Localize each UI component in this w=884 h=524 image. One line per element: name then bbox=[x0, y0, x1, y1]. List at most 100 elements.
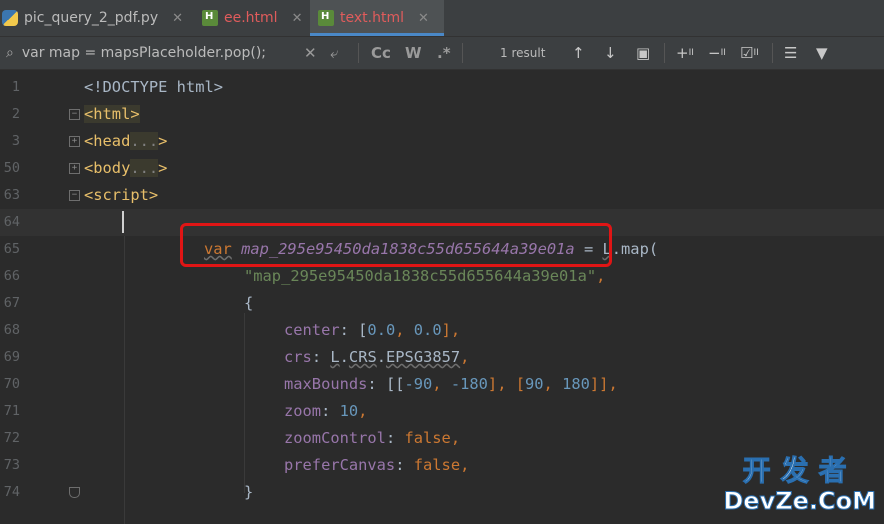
number-token: 0.0 bbox=[413, 321, 442, 339]
close-icon[interactable]: ✕ bbox=[418, 11, 429, 26]
number-token: 90 bbox=[525, 375, 544, 393]
code-text: zoom: 10, bbox=[284, 398, 367, 425]
boolean-token: false bbox=[404, 429, 451, 447]
zoom-key: zoom bbox=[284, 402, 322, 420]
number-token: 180 bbox=[562, 375, 590, 393]
editor-tab-bar: pic_query_2_pdf.py ✕ ee.html ✕ text.html… bbox=[0, 0, 884, 37]
line-number: 3 bbox=[11, 133, 20, 149]
tab-text-html[interactable]: text.html ✕ bbox=[310, 0, 444, 36]
punct-token: , bbox=[358, 402, 368, 420]
tab-ee-html[interactable]: ee.html ✕ bbox=[196, 0, 314, 36]
code-line: 69 crs: L.CRS.EPSG3857, bbox=[0, 344, 884, 371]
punct-token: , bbox=[460, 456, 470, 474]
whole-words-button[interactable]: W bbox=[405, 37, 422, 69]
code-text: zoomControl: false, bbox=[284, 425, 460, 452]
code-text: crs: L.CRS.EPSG3857, bbox=[284, 344, 469, 371]
doctype-token: <!DOCTYPE html> bbox=[84, 78, 223, 96]
line-number: 63 bbox=[3, 187, 20, 203]
fold-end-icon[interactable] bbox=[69, 487, 80, 498]
punct-token: : bbox=[321, 402, 340, 420]
html-tag-token: <html> bbox=[84, 105, 140, 123]
find-bar: ⌕ var map = mapsPlaceholder.pop(); ✕ ⤶ C… bbox=[0, 37, 884, 70]
line-number: 1 bbox=[11, 79, 20, 95]
line-number: 64 bbox=[3, 214, 20, 230]
search-settings-icon[interactable]: ☰ bbox=[784, 37, 797, 69]
code-text: <script> bbox=[84, 182, 158, 209]
code-line: 70 maxBounds: [[-90, -180], [90, 180]], bbox=[0, 371, 884, 398]
arrow-up-icon[interactable]: ↑ bbox=[572, 37, 585, 69]
crs-key: crs bbox=[284, 348, 312, 366]
line-number: 50 bbox=[3, 160, 20, 176]
search-input[interactable]: ⌕ var map = mapsPlaceholder.pop(); bbox=[6, 37, 266, 69]
code-text: <html> bbox=[84, 101, 140, 128]
expand-fold-icon[interactable]: + bbox=[69, 136, 80, 147]
punct-token: , bbox=[450, 429, 461, 447]
watermark-en: DevZe.CoM bbox=[723, 487, 877, 516]
code-text: <body...> bbox=[84, 155, 167, 182]
match-case-button[interactable]: Cc bbox=[371, 37, 391, 69]
punct-token: : [[ bbox=[367, 375, 405, 393]
punct-token: ], bbox=[441, 321, 461, 339]
punct-token: . bbox=[339, 348, 349, 366]
remove-occurrence-icon[interactable]: − II bbox=[708, 37, 726, 69]
folded-region[interactable]: ... bbox=[130, 159, 159, 177]
add-occurrence-icon[interactable]: + II bbox=[676, 37, 694, 69]
select-occurrences-icon[interactable]: ☑ II bbox=[740, 37, 759, 69]
code-editor[interactable]: 1 <!DOCTYPE html> 2 − <html> 3 + <head..… bbox=[0, 70, 884, 524]
center-key: center bbox=[284, 321, 340, 339]
html-file-icon bbox=[202, 10, 218, 26]
search-icon: ⌕ bbox=[6, 45, 14, 61]
crs-token: CRS bbox=[348, 348, 377, 366]
folded-region[interactable]: ... bbox=[130, 132, 159, 150]
tab-label: text.html bbox=[340, 10, 404, 26]
divider bbox=[664, 43, 665, 63]
code-text: center: [0.0, 0.0], bbox=[284, 317, 460, 344]
arrow-down-icon[interactable]: ↓ bbox=[604, 37, 617, 69]
highlight-box bbox=[180, 223, 612, 267]
punct-token: : bbox=[395, 456, 414, 474]
boolean-token: false bbox=[413, 456, 461, 474]
brace-close-token: } bbox=[244, 483, 254, 501]
code-line: 1 <!DOCTYPE html> bbox=[0, 74, 884, 101]
line-number: 65 bbox=[3, 241, 20, 257]
divider bbox=[462, 43, 463, 63]
new-line-icon[interactable]: ⤶ bbox=[330, 37, 338, 69]
select-all-occurrences-icon[interactable]: ▣ bbox=[636, 37, 650, 69]
html-file-icon bbox=[318, 10, 334, 26]
map-id-string: "map_295e95450da1838c55d655644a39e01a" bbox=[244, 267, 597, 285]
clear-search-icon[interactable]: ✕ bbox=[304, 37, 317, 69]
line-number: 70 bbox=[3, 376, 20, 392]
code-text: "map_295e95450da1838c55d655644a39e01a", bbox=[244, 263, 605, 290]
zoomcontrol-key: zoomControl bbox=[284, 429, 386, 447]
head-tag-token: <head bbox=[84, 132, 131, 150]
line-number: 66 bbox=[3, 268, 20, 284]
number-token: 0.0 bbox=[367, 321, 396, 339]
tab-label: ee.html bbox=[224, 10, 278, 26]
punct-token: , bbox=[432, 375, 451, 393]
line-number: 71 bbox=[3, 403, 20, 419]
divider bbox=[772, 43, 773, 63]
code-line: 72 zoomControl: false, bbox=[0, 425, 884, 452]
code-line: 68 center: [0.0, 0.0], bbox=[0, 317, 884, 344]
number-token: 10 bbox=[339, 402, 359, 420]
close-icon[interactable]: ✕ bbox=[172, 11, 183, 26]
expand-fold-icon[interactable]: + bbox=[69, 163, 80, 174]
divider bbox=[358, 43, 359, 63]
epsg-token: EPSG3857 bbox=[386, 348, 461, 366]
number-token: -180 bbox=[450, 375, 488, 393]
code-line: 3 + <head...> bbox=[0, 128, 884, 155]
punct-token: , bbox=[460, 348, 470, 366]
close-icon[interactable]: ✕ bbox=[292, 11, 303, 26]
punct-token: . bbox=[376, 348, 387, 366]
python-file-icon bbox=[2, 10, 18, 26]
filter-icon[interactable]: ▼ bbox=[816, 37, 828, 69]
tab-pic-query-2-pdf[interactable]: pic_query_2_pdf.py ✕ bbox=[0, 0, 192, 36]
watermark: 开发者 DevZe.CoM bbox=[723, 454, 877, 516]
fold-icon[interactable]: − bbox=[69, 109, 80, 120]
regex-button[interactable]: .* bbox=[437, 37, 451, 69]
text-caret bbox=[122, 211, 124, 233]
fold-icon[interactable]: − bbox=[69, 190, 80, 201]
leaflet-L-token: L bbox=[330, 348, 340, 366]
punct-token: : bbox=[385, 429, 405, 447]
line-number: 2 bbox=[11, 106, 20, 122]
